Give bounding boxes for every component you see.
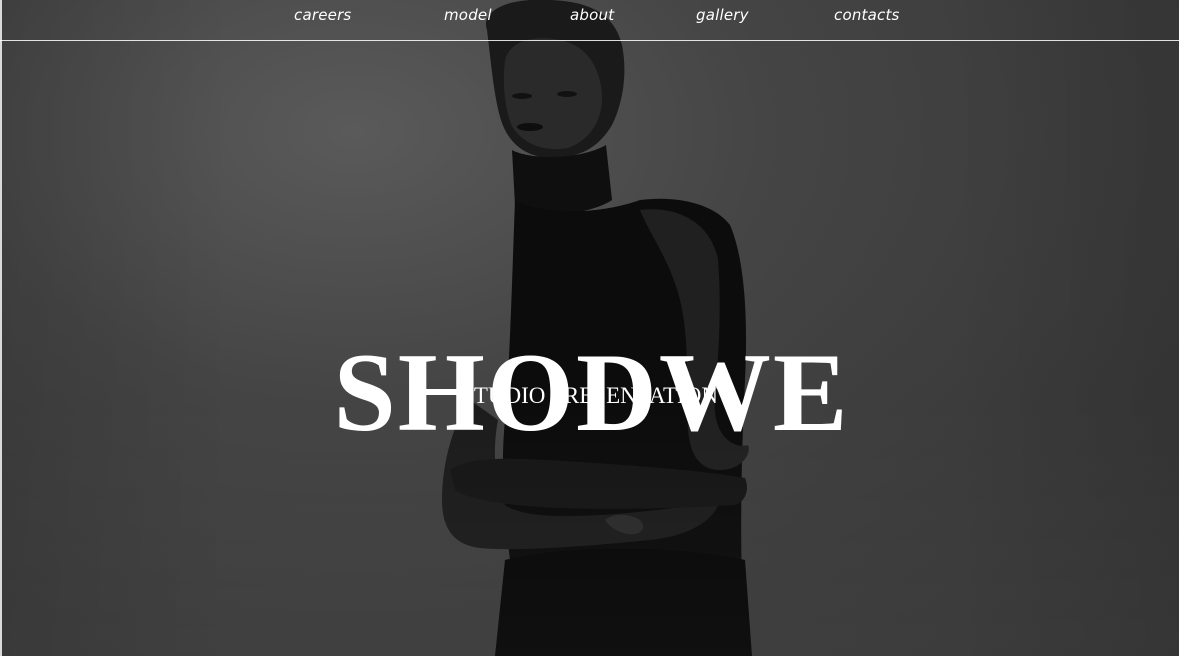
hero-page: careers model about gallery contacts SHO…	[0, 0, 1179, 656]
nav-link-about[interactable]: about	[570, 6, 614, 24]
nav-link-careers[interactable]: careers	[294, 6, 351, 24]
nav-link-contacts[interactable]: contacts	[834, 6, 900, 24]
model-photo	[442, 0, 752, 656]
brand-subtitle: STUDIO PRESENTATION	[461, 383, 718, 408]
nav-link-model[interactable]: model	[444, 6, 492, 24]
nav-link-gallery[interactable]: gallery	[696, 6, 749, 24]
top-navigation: careers model about gallery contacts	[0, 0, 1179, 41]
